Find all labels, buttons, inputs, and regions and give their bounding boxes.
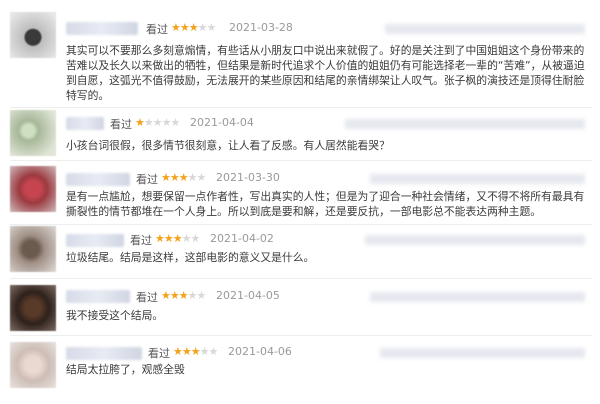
username-blurred[interactable] xyxy=(66,290,130,303)
star-empty-icon: ★ xyxy=(196,171,207,184)
star-filled-icon: ★ xyxy=(161,171,171,184)
username-blurred[interactable] xyxy=(66,117,104,130)
star-empty-icon: ★ xyxy=(197,21,208,34)
divider xyxy=(10,160,592,161)
star-empty-icon: ★ xyxy=(187,171,198,184)
star-filled-icon: ★ xyxy=(188,21,199,34)
watched-label: 看过 xyxy=(130,234,152,247)
watched-label: 看过 xyxy=(148,347,170,360)
star-filled-icon: ★ xyxy=(169,289,180,302)
avatar[interactable] xyxy=(10,166,56,212)
star-empty-icon: ★ xyxy=(181,232,192,245)
divider xyxy=(10,224,592,225)
blurred-header-trail xyxy=(365,235,585,245)
star-rating: ★★★★★ xyxy=(135,116,181,129)
star-empty-icon: ★ xyxy=(161,116,172,129)
blurred-header-trail xyxy=(385,24,585,34)
blurred-header-trail xyxy=(345,119,585,129)
star-filled-icon: ★ xyxy=(172,232,183,245)
star-filled-icon: ★ xyxy=(163,232,174,245)
blurred-header-trail xyxy=(370,174,585,184)
review-text: 其实可以不要那么多刻意煽情，有些话从小朋友口中说出来就假了。好的是关注到了中国姐… xyxy=(66,44,585,102)
review-text: 是有一点尴尬，想要保留一点作者性，写出真实的人性；但是为了迎合一种社会情绪，又不… xyxy=(66,190,585,218)
star-rating: ★★★★★ xyxy=(171,21,217,34)
star-empty-icon: ★ xyxy=(208,345,219,358)
review-text: 小孩台词很假，很多情节很刻意，让人看了反感。有人居然能看哭？ xyxy=(66,139,390,152)
avatar[interactable] xyxy=(10,110,56,156)
username-blurred[interactable] xyxy=(66,173,130,186)
star-filled-icon: ★ xyxy=(178,289,189,302)
divider xyxy=(10,278,592,279)
star-filled-icon: ★ xyxy=(169,171,180,184)
avatar[interactable] xyxy=(10,12,56,58)
star-rating: ★★★★★ xyxy=(161,171,207,184)
star-empty-icon: ★ xyxy=(152,116,163,129)
star-empty-icon: ★ xyxy=(170,116,181,129)
review-date: 2021-04-05 xyxy=(216,289,280,302)
star-filled-icon: ★ xyxy=(155,232,165,245)
username-blurred[interactable] xyxy=(66,347,142,360)
divider xyxy=(10,107,592,108)
avatar[interactable] xyxy=(10,342,56,388)
review-date: 2021-03-28 xyxy=(229,21,293,34)
avatar[interactable] xyxy=(10,226,56,272)
watched-label: 看过 xyxy=(136,291,158,304)
review-text: 结局太拉胯了，观感全毁 xyxy=(66,363,185,376)
watched-label: 看过 xyxy=(136,173,158,186)
username-blurred[interactable] xyxy=(66,22,138,35)
star-filled-icon: ★ xyxy=(178,171,189,184)
star-empty-icon: ★ xyxy=(206,21,217,34)
watched-label: 看过 xyxy=(110,118,132,131)
star-empty-icon: ★ xyxy=(190,232,201,245)
blurred-header-trail xyxy=(370,292,585,302)
avatar[interactable] xyxy=(10,285,56,331)
watched-label: 看过 xyxy=(146,23,168,36)
review-date: 2021-04-04 xyxy=(190,116,254,129)
star-rating: ★★★★★ xyxy=(161,289,207,302)
star-filled-icon: ★ xyxy=(190,345,201,358)
star-empty-icon: ★ xyxy=(199,345,210,358)
star-rating: ★★★★★ xyxy=(155,232,201,245)
username-blurred[interactable] xyxy=(66,234,124,247)
divider xyxy=(10,335,592,336)
star-empty-icon: ★ xyxy=(143,116,154,129)
star-empty-icon: ★ xyxy=(196,289,207,302)
star-filled-icon: ★ xyxy=(135,116,145,129)
star-empty-icon: ★ xyxy=(187,289,198,302)
review-date: 2021-04-02 xyxy=(210,232,274,245)
star-filled-icon: ★ xyxy=(171,21,181,34)
review-date: 2021-03-30 xyxy=(216,171,280,184)
review-text: 我不接受这个结局。 xyxy=(66,309,164,322)
star-rating: ★★★★★ xyxy=(173,345,219,358)
star-filled-icon: ★ xyxy=(181,345,192,358)
review-text: 垃圾结尾。结局是这样，这部电影的意义又是什么。 xyxy=(66,251,315,264)
star-filled-icon: ★ xyxy=(161,289,171,302)
star-filled-icon: ★ xyxy=(173,345,183,358)
blurred-header-trail xyxy=(380,348,585,358)
review-date: 2021-04-06 xyxy=(228,345,292,358)
star-filled-icon: ★ xyxy=(179,21,190,34)
